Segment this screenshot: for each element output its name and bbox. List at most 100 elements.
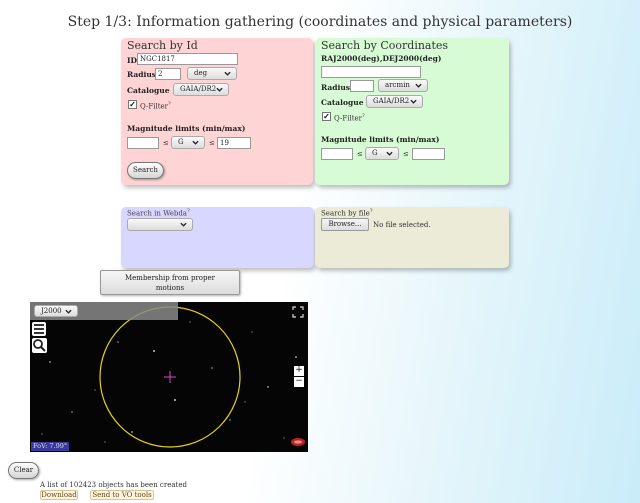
layers-icon[interactable] — [32, 322, 46, 336]
radius-input[interactable]: 2 — [155, 68, 181, 80]
star — [117, 341, 119, 343]
file-status: No file selected. — [373, 221, 431, 229]
qfilter-checkbox[interactable]: ✓ — [322, 112, 331, 121]
star — [71, 411, 73, 413]
star — [131, 431, 133, 433]
star-field — [41, 306, 297, 448]
mag-band-select[interactable]: G — [365, 147, 399, 160]
qfilter-checkbox[interactable]: ✓ — [128, 100, 137, 109]
star — [229, 419, 231, 421]
chevron-down-icon — [224, 71, 231, 76]
catalogue-value: GAIA/DR2 — [180, 85, 217, 93]
sky-viewer[interactable]: J2000 + − FoV: 7.99° — [30, 302, 308, 452]
id-input[interactable]: NGC1817 — [137, 53, 238, 65]
star — [41, 433, 43, 435]
le-symbol: ≤ — [163, 139, 169, 147]
star — [251, 331, 253, 333]
qfilter-label: Q-Filter? — [140, 101, 171, 110]
coordinates-label: RAJ2000(deg),DEJ2000(deg) — [321, 54, 442, 63]
aladin-logo-icon — [290, 436, 306, 448]
target-marker — [164, 371, 176, 383]
status-message: A list of 102423 objects has been create… — [40, 481, 187, 489]
browse-button[interactable]: Browse... — [321, 218, 369, 231]
radius-unit-select[interactable]: deg — [187, 67, 237, 80]
le-symbol: ≤ — [209, 139, 215, 147]
zoom-in-button[interactable]: + — [294, 366, 304, 376]
qfilter-help[interactable]: ? — [168, 101, 171, 107]
le-symbol: ≤ — [403, 150, 409, 158]
file-help[interactable]: ? — [370, 208, 373, 214]
mag-band-select[interactable]: G — [171, 136, 205, 149]
fov-label: FoV: 7.99° — [31, 442, 70, 451]
radius-unit-value: arcmin — [385, 81, 410, 89]
star — [295, 356, 297, 358]
membership-line2: motions — [155, 284, 185, 292]
catalogue-select[interactable]: GAIA/DR2 — [173, 83, 229, 96]
webda-label: Search in Webda? — [127, 208, 190, 217]
webda-help[interactable]: ? — [187, 208, 190, 214]
star — [94, 389, 96, 391]
star — [211, 367, 213, 369]
radius-unit-select[interactable]: arcmin — [378, 79, 428, 92]
radius-label: Radius — [321, 83, 351, 92]
page-title: Step 1/3: Information gathering (coordin… — [67, 14, 573, 30]
coordinates-input[interactable] — [321, 66, 421, 78]
magnitude-label: Magnitude limits (min/max) — [127, 124, 246, 133]
fullscreen-icon[interactable] — [292, 306, 304, 318]
mag-min-input[interactable] — [127, 137, 159, 149]
catalogue-label: Catalogue — [127, 86, 170, 95]
chevron-down-icon — [192, 140, 199, 145]
catalogue-value: GAIA/DR2 — [373, 97, 410, 105]
chevron-down-icon — [386, 151, 393, 156]
download-button[interactable]: Download — [40, 490, 78, 500]
webda-label-text: Search in Webda — [127, 209, 187, 218]
chevron-down-icon — [180, 222, 187, 227]
mag-max-input[interactable] — [412, 148, 445, 160]
id-label: ID — [127, 56, 138, 65]
search-by-coordinates-title: Search by Coordinates — [321, 39, 449, 52]
zoom-out-button[interactable]: − — [294, 377, 304, 387]
star — [189, 321, 191, 323]
le-symbol: ≤ — [357, 150, 363, 158]
mag-band-value: G — [372, 149, 378, 157]
send-to-vo-tools-button[interactable]: Send to VO tools — [90, 490, 154, 500]
webda-panel: Search in Webda? — [121, 207, 314, 268]
file-label: Search by file? — [321, 208, 373, 217]
search-by-id-panel: Search by Id ID NGC1817 Radius 2 deg Cat… — [121, 38, 313, 185]
mag-band-value: G — [178, 138, 184, 146]
chevron-down-icon — [415, 83, 422, 88]
mag-max-input[interactable]: 19 — [217, 137, 251, 149]
chevron-down-icon — [410, 99, 417, 104]
webda-select[interactable] — [127, 218, 193, 231]
qfilter-help[interactable]: ? — [362, 113, 365, 119]
frame-value: J2000 — [41, 307, 62, 315]
qfilter-text: Q-Filter — [334, 114, 362, 123]
membership-line1: Membership from proper — [125, 274, 215, 282]
frame-select[interactable]: J2000 — [34, 305, 78, 317]
star — [174, 399, 176, 401]
radius-label: Radius — [127, 70, 157, 79]
qfilter-text: Q-Filter — [140, 102, 168, 111]
star — [244, 401, 246, 403]
star — [283, 437, 285, 439]
mag-min-input[interactable] — [321, 148, 353, 160]
membership-button[interactable]: Membership from proper motions — [100, 270, 240, 295]
file-label-text: Search by file — [321, 209, 370, 218]
magnitude-label: Magnitude limits (min/max) — [321, 135, 440, 144]
search-button[interactable]: Search — [127, 162, 164, 179]
star — [267, 386, 269, 388]
catalogue-select[interactable]: GAIA/DR2 — [366, 95, 423, 108]
search-by-coordinates-panel: Search by Coordinates RAJ2000(deg),DEJ20… — [315, 38, 509, 185]
qfilter-label: Q-Filter? — [334, 113, 365, 122]
clear-button[interactable]: Clear — [8, 462, 39, 479]
file-panel: Search by file? Browse... No file select… — [315, 207, 509, 268]
chevron-down-icon — [65, 309, 72, 314]
star — [104, 441, 106, 443]
search-by-id-title: Search by Id — [127, 39, 198, 52]
star — [153, 350, 155, 352]
search-icon[interactable] — [32, 338, 47, 353]
catalogue-label: Catalogue — [321, 98, 364, 107]
star — [49, 361, 51, 363]
radius-input[interactable] — [350, 80, 374, 92]
chevron-down-icon — [216, 87, 223, 92]
